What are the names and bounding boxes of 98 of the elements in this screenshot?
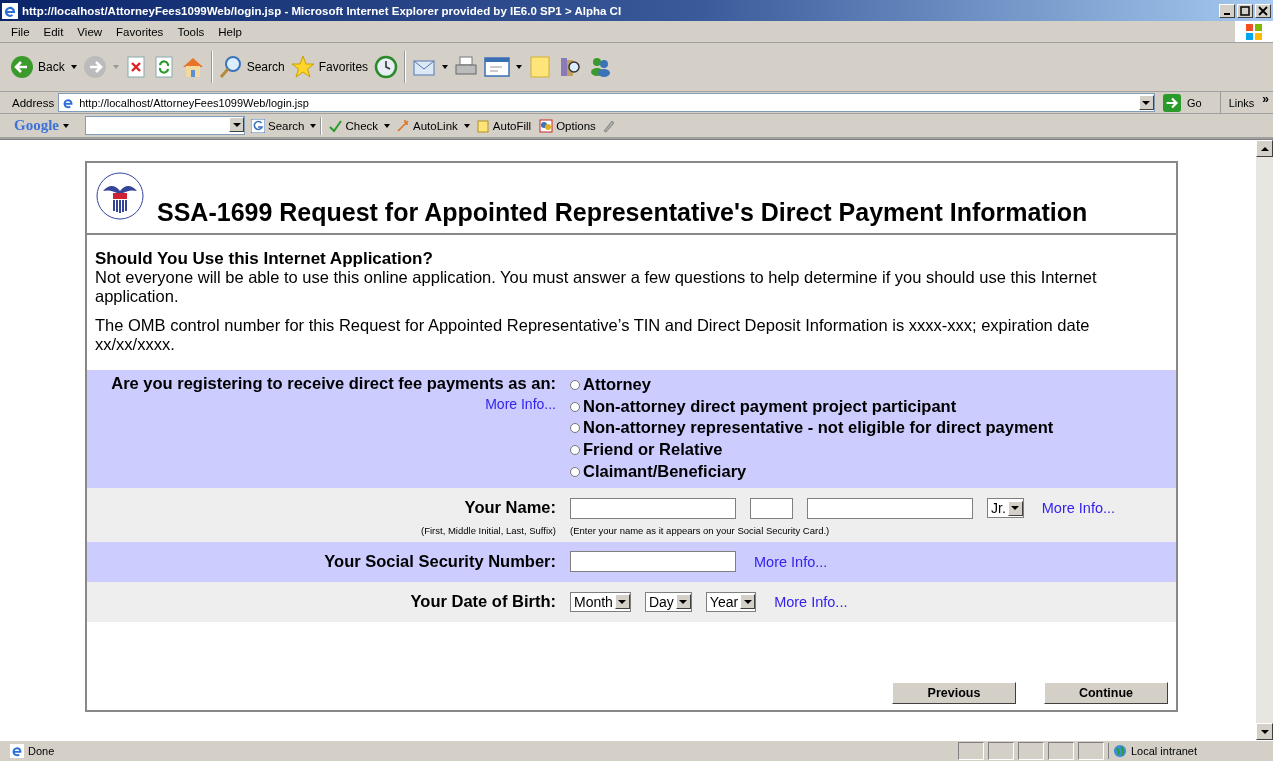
window-title: http://localhost/AttorneyFees1099Web/login.jsp - Microsoft Internet Explorer provided by IE6.0 SP1 > Alpha CI <box>22 4 623 17</box>
caret-icon <box>679 599 688 604</box>
first-name-field[interactable] <box>570 497 736 519</box>
refresh-icon[interactable] <box>152 56 175 78</box>
favorites-button[interactable]: Favorites <box>290 55 369 79</box>
month-dropdown[interactable]: Month <box>570 591 631 612</box>
scroll-down-button[interactable] <box>1256 723 1273 740</box>
scroll-up-button[interactable] <box>1256 140 1273 157</box>
menu-item[interactable]: Edit <box>36 25 71 38</box>
autolink-button[interactable]: AutoLink <box>394 118 460 133</box>
middle-initial-field[interactable] <box>750 497 793 519</box>
section-heading: Should You Use this Internet Application? <box>95 249 434 268</box>
more-info-link[interactable]: More Info... <box>774 593 848 610</box>
field-hint: (First, Middle Initial, Last, Suffix) <box>421 524 556 536</box>
caret-icon[interactable] <box>384 123 391 128</box>
menu-item[interactable]: View <box>70 25 110 38</box>
browser-e-icon <box>2 2 18 19</box>
field-label: Your Name: <box>464 497 556 517</box>
search-icon <box>218 55 243 79</box>
zone-text: Local intranet <box>1131 745 1198 757</box>
address-field[interactable]: http://localhost/AttorneyFees1099Web/login.jsp <box>58 93 1155 112</box>
google-search-field[interactable] <box>85 116 245 135</box>
page-title: SSA-1699 Request for Appointed Representative's Direct Payment Information <box>157 198 1088 227</box>
maximize-icon <box>1240 5 1250 16</box>
field-label: Your Date of Birth: <box>410 592 556 611</box>
chevron-button[interactable]: » <box>1262 92 1273 106</box>
right-arrow-icon <box>1162 93 1181 112</box>
status-text: Done <box>28 745 56 757</box>
day-dropdown[interactable]: Day <box>644 591 692 612</box>
field-label: Your Social Security Number: <box>324 552 556 571</box>
radio-option[interactable]: Non-attorney representative - not eligible for direct payment <box>570 417 1054 440</box>
windows-flag-icon <box>1235 21 1273 42</box>
suffix-dropdown[interactable]: Jr. <box>987 498 1024 518</box>
address-text: http://localhost/AttorneyFees1099Web/login.jsp <box>79 96 310 109</box>
globe-icon <box>1113 744 1127 758</box>
research-icon[interactable] <box>558 55 583 79</box>
year-dropdown[interactable]: Year <box>705 591 757 612</box>
caret-icon[interactable] <box>516 65 523 69</box>
minimize-button[interactable] <box>1219 3 1235 18</box>
ssn-field[interactable] <box>570 551 736 572</box>
sparkle-wand-icon <box>396 118 411 133</box>
status-panel <box>1048 742 1074 760</box>
caret-icon[interactable] <box>310 123 317 128</box>
form-icon <box>475 118 490 133</box>
radio-option[interactable]: Claimant/Beneficiary <box>570 460 1054 483</box>
radio-option[interactable]: Non-attorney direct payment project participant <box>570 395 1054 418</box>
star-icon <box>290 55 315 79</box>
autofill-button[interactable]: AutoFill <box>473 118 534 133</box>
minimize-icon <box>1224 12 1230 15</box>
caret-icon[interactable] <box>463 123 470 128</box>
g-letter-icon <box>251 118 265 133</box>
caret-icon[interactable] <box>442 65 449 69</box>
radio-option[interactable]: Attorney <box>570 374 1054 396</box>
field-note: (Enter your name as it appears on your Social Security Card.) <box>570 524 831 536</box>
status-panel <box>958 742 984 760</box>
status-panel <box>1078 742 1104 760</box>
more-info-link[interactable]: More Info... <box>754 553 828 570</box>
go-button[interactable]: Go <box>1156 92 1221 113</box>
google-search-button[interactable]: Search <box>249 118 307 133</box>
up-triangle-icon <box>1260 146 1269 151</box>
caret-icon[interactable] <box>63 123 69 128</box>
messenger-icon[interactable] <box>588 55 613 79</box>
last-name-field[interactable] <box>807 497 973 519</box>
continue-button[interactable]: Continue <box>1044 682 1168 704</box>
caret-icon <box>618 599 627 604</box>
field-label: Are you registering to receive direct fee payments as an: <box>111 374 556 393</box>
checkmark-icon <box>328 118 343 133</box>
more-info-link[interactable]: More Info... <box>1041 500 1116 516</box>
page-icon <box>10 744 24 758</box>
close-icon <box>1258 5 1268 16</box>
search-button[interactable]: Search <box>218 55 285 79</box>
menu-item[interactable]: Tools <box>170 25 212 38</box>
down-triangle-icon <box>1260 729 1269 734</box>
stop-icon[interactable] <box>124 56 147 78</box>
radio-option[interactable]: Friend or Relative <box>570 439 1054 461</box>
agency-seal-icon <box>95 171 145 221</box>
menu-item[interactable]: Help <box>211 25 249 38</box>
more-info-link[interactable]: More Info... <box>485 396 556 412</box>
caret-icon[interactable] <box>70 65 77 69</box>
options-icon <box>539 118 554 133</box>
previous-button[interactable]: Previous <box>892 682 1016 704</box>
intro-paragraph: Not everyone will be able to use this online application. You must answer a few questions to help determine if you should use this Internet application. <box>95 268 1098 306</box>
options-button[interactable]: Options <box>537 118 598 133</box>
address-label: Address <box>12 96 55 109</box>
intro-paragraph: The OMB control number for this Request for Appointed Representative’s TIN and Direct Deposit Information is xxxx-xxx; expiration date xx/xx/xxxx. <box>95 316 1091 354</box>
caret-icon <box>1011 506 1020 510</box>
close-button[interactable] <box>1255 3 1271 18</box>
back-button[interactable]: Back <box>10 55 65 79</box>
status-panel <box>1018 742 1044 760</box>
menu-item[interactable]: File <box>4 25 37 38</box>
maximize-button[interactable] <box>1237 3 1253 18</box>
links-button[interactable]: Links <box>1222 96 1261 109</box>
status-panel <box>988 742 1014 760</box>
history-icon[interactable] <box>374 55 399 79</box>
edit-page-icon[interactable] <box>484 55 511 79</box>
caret-icon <box>743 599 752 604</box>
menu-item[interactable]: Favorites <box>109 25 171 38</box>
spell-check-button[interactable]: Check <box>326 118 381 133</box>
